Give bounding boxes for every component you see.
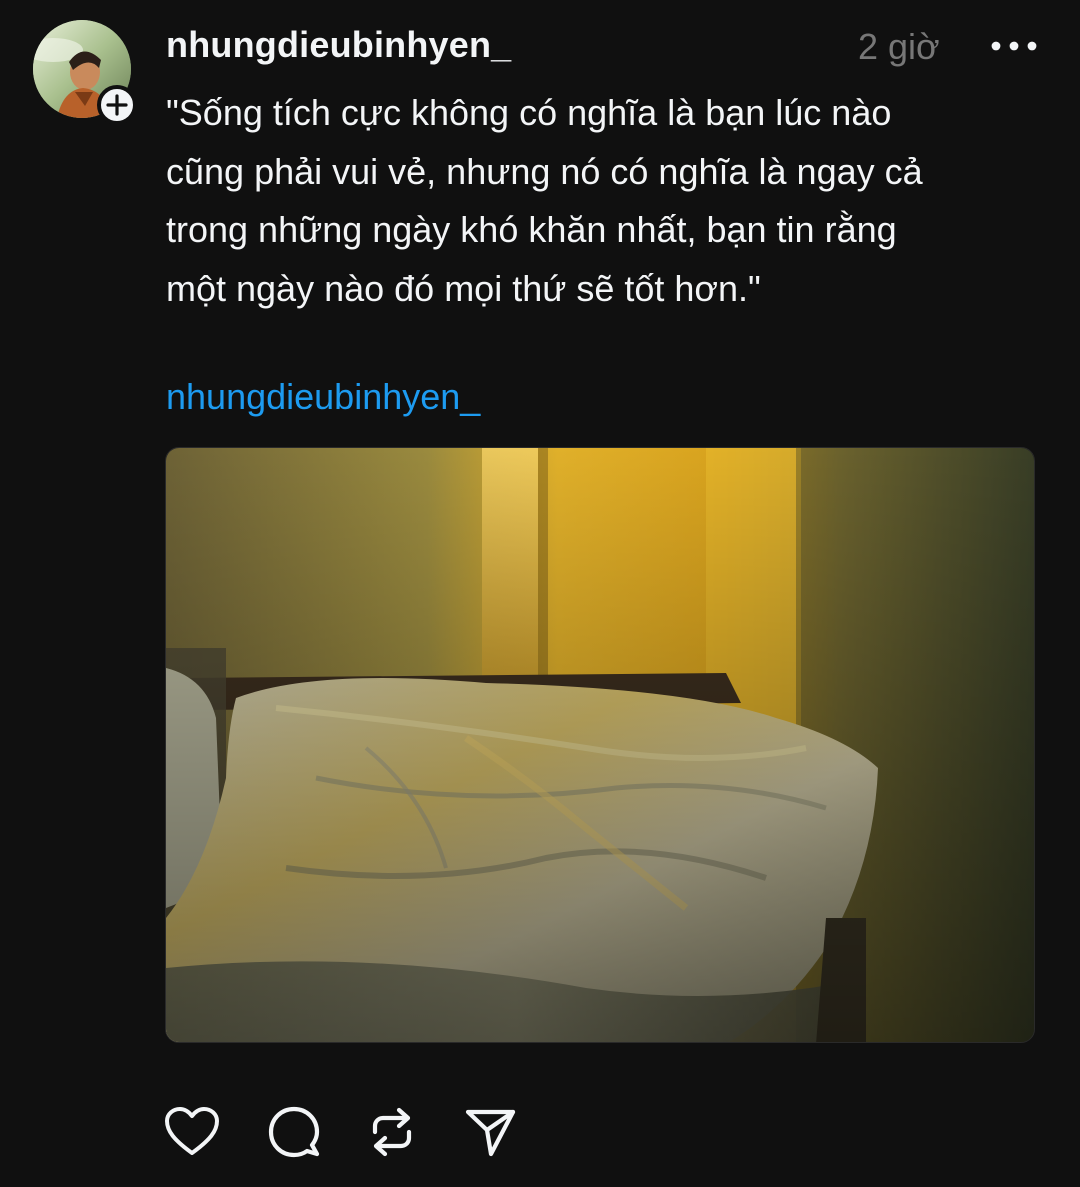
thread-post: nhungdieubinhyen_ 2 giờ "Sống tích cực k… <box>0 0 1080 1187</box>
more-options-button[interactable] <box>986 28 1042 64</box>
post-timestamp: 2 giờ <box>858 26 940 67</box>
ellipsis-icon <box>991 41 1037 51</box>
like-button[interactable] <box>162 1102 222 1162</box>
follow-button[interactable] <box>97 85 137 125</box>
post-username[interactable]: nhungdieubinhyen_ <box>166 24 511 66</box>
plus-icon <box>106 94 128 116</box>
avatar-container[interactable] <box>33 20 137 125</box>
post-photo[interactable] <box>165 447 1035 1043</box>
send-paper-plane-icon <box>465 1109 516 1157</box>
share-button[interactable] <box>460 1102 520 1162</box>
post-caption: "Sống tích cực không có nghĩa là bạn lúc… <box>166 92 923 309</box>
heart-icon <box>165 1107 219 1155</box>
repost-arrows-icon <box>372 1107 412 1157</box>
reply-button[interactable] <box>264 1102 324 1162</box>
comment-bubble-icon <box>268 1106 320 1158</box>
repost-button[interactable] <box>362 1102 422 1162</box>
bed-pillows-in-sunlight-photo <box>166 448 1034 1042</box>
mention-link[interactable]: nhungdieubinhyen_ <box>166 376 480 418</box>
